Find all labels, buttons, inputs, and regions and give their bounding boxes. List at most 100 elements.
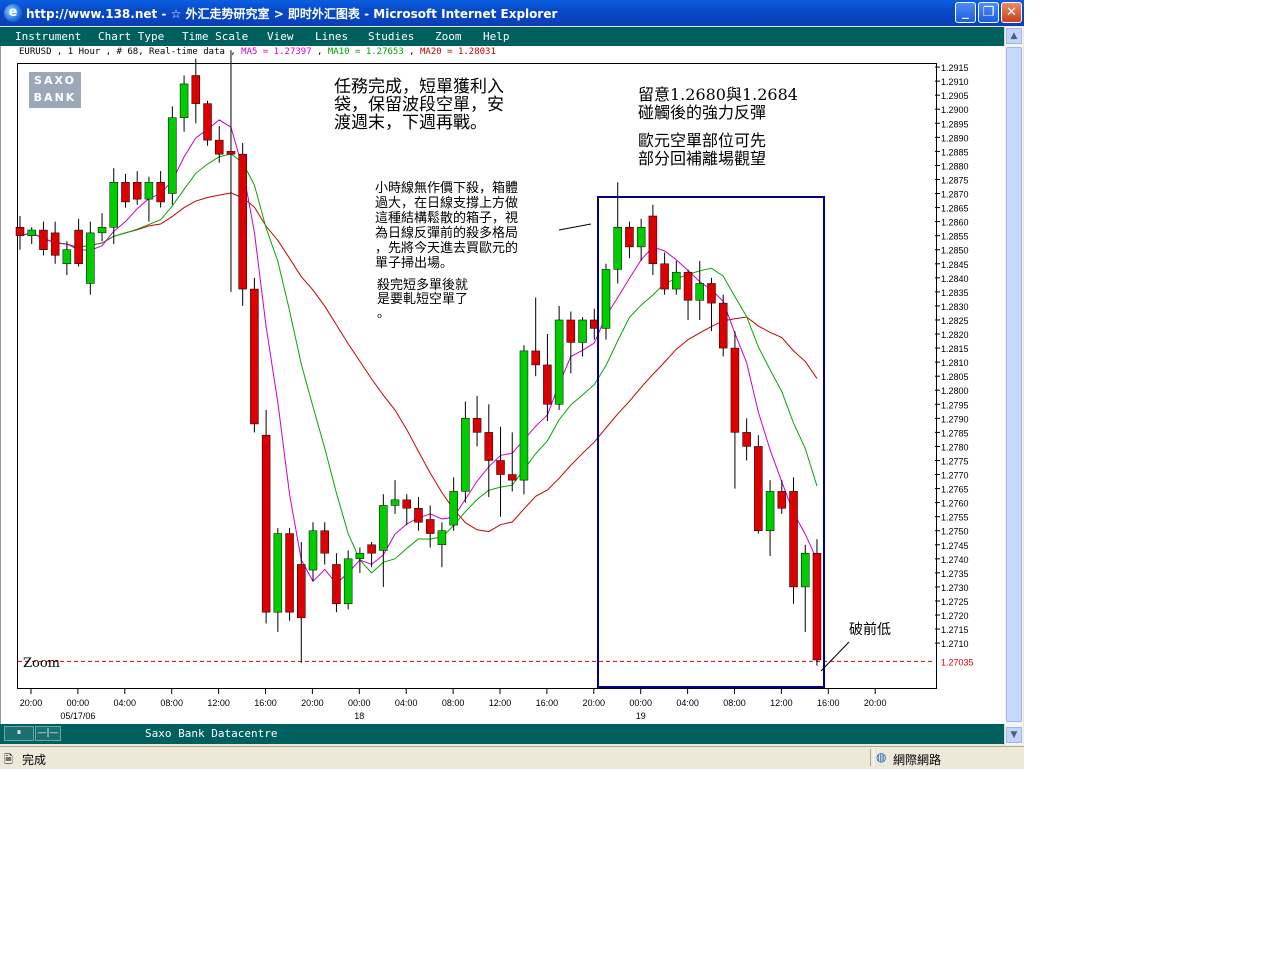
vertical-scrollbar[interactable]: ▲ ▼ [1004, 27, 1023, 745]
candle-up [765, 491, 775, 531]
highlight-box [597, 196, 825, 688]
annotation-mission-complete: 任務完成，短單獲利入 袋，保留波段空單，安 渡週末，下週再戰。 [334, 77, 504, 133]
x-tick-label: 20:00 [583, 698, 606, 708]
y-tick-label: 1.2885 [941, 147, 969, 157]
y-tick-label: 1.2820 [941, 330, 969, 340]
candle-down [472, 418, 482, 433]
menu-view[interactable]: View [267, 30, 294, 43]
menu-lines[interactable]: Lines [315, 30, 348, 43]
close-button[interactable]: ✕ [1001, 2, 1022, 23]
y-tick-label: 1.2770 [941, 471, 969, 481]
x-tick-label: 00:00 [629, 698, 652, 708]
internet-zone-label: 網際網路 [893, 753, 942, 767]
saxo-bank-logo: SAXO BANK [29, 72, 81, 108]
candle-down [121, 182, 130, 203]
status-bar: 🗎 完成 ◍ 網際網路 [0, 746, 1024, 769]
x-tick-label: 04:00 [114, 698, 137, 708]
y-tick-label: 1.2725 [941, 597, 969, 607]
candle-down [531, 350, 540, 366]
globe-icon: ◍ [876, 750, 887, 764]
y-tick-label: 1.2900 [941, 105, 969, 115]
maximize-button[interactable]: ❐ [978, 2, 999, 23]
crosshair-tool-icon[interactable]: —|— [35, 726, 61, 741]
menu-studies[interactable]: Studies [368, 30, 414, 43]
y-tick-label: 1.2880 [941, 161, 969, 171]
candle-down [203, 103, 212, 141]
x-tick-label: 20:00 [301, 698, 324, 708]
y-tick-label: 1.2715 [941, 625, 969, 635]
candle-down [332, 564, 341, 605]
x-tick-label: 16:00 [817, 698, 840, 708]
title-bar: e http://www.138.net - ☆ 外汇走势研究室 > 即时外汇图… [0, 0, 1024, 26]
candle-down [238, 153, 247, 290]
menu-instrument[interactable]: Instrument [15, 30, 81, 43]
play-control-icon[interactable]: ⏸ [4, 726, 34, 741]
page-done-icon: 🗎 [4, 753, 13, 766]
y-tick-label: 1.2815 [941, 344, 969, 354]
candle-up [636, 226, 646, 248]
menu-chart-type[interactable]: Chart Type [98, 30, 164, 43]
scroll-up-arrow-icon[interactable]: ▲ [1006, 28, 1022, 44]
y-tick-label: 1.2745 [941, 541, 969, 551]
candle-up [144, 182, 154, 200]
candle-up [86, 232, 95, 284]
x-tick-label: 12:00 [489, 698, 512, 708]
candle-up [355, 552, 365, 560]
annotation-cover-shorts: 歐元空單部位可先 部分回補離場觀望 [638, 131, 767, 168]
status-separator [870, 749, 874, 766]
candle-up [179, 83, 189, 118]
x-tick-label: 00:00 [67, 698, 90, 708]
candle-up [273, 533, 283, 613]
candle-down [15, 226, 25, 236]
y-tick-label: 1.2795 [941, 400, 969, 410]
y-tick-label: 1.2890 [941, 133, 969, 143]
x-tick-label: 08:00 [723, 698, 746, 708]
y-tick-label: 1.2750 [941, 527, 969, 537]
y-tick-label: 1.2755 [941, 513, 969, 523]
scroll-thumb[interactable] [1006, 47, 1022, 722]
y-tick-label: 1.2800 [941, 386, 969, 396]
y-tick-label: 1.2905 [941, 91, 969, 101]
zoom-label[interactable]: Zoom [23, 656, 60, 671]
candle-down [507, 474, 517, 481]
x-tick-label: 12:00 [207, 698, 230, 708]
y-tick-label: 1.2855 [941, 232, 969, 242]
candle-down [683, 271, 693, 301]
candle-up [578, 319, 587, 343]
candle-down [660, 263, 669, 290]
candle-up [601, 269, 611, 329]
menu-help[interactable]: Help [483, 30, 510, 43]
y-tick-label: 1.2785 [941, 428, 969, 438]
chart-area[interactable]: EURUSD , 1 Hour , # 68, Real-time data ,… [0, 46, 1005, 724]
candle-down [214, 139, 224, 155]
y-tick-label: 1.2875 [941, 175, 969, 185]
y-tick-label: 1.2865 [941, 204, 969, 214]
candle-up [308, 530, 318, 571]
candle-down [367, 544, 376, 554]
annotation-break-prior-low: 破前低 [849, 622, 891, 638]
x-tick-label: 08:00 [160, 698, 183, 708]
candle-up [800, 552, 810, 588]
menu-time-scale[interactable]: Time Scale [182, 30, 248, 43]
y-tick-label: 1.2850 [941, 246, 969, 256]
candle-up [27, 229, 36, 236]
candle-down [707, 283, 716, 304]
y-tick-label: 1.2805 [941, 372, 969, 382]
x-tick-label: 12:00 [770, 698, 793, 708]
x-tick-label: 16:00 [536, 698, 559, 708]
y-tick-label: 1.2840 [941, 274, 969, 284]
x-tick-label: 16:00 [254, 698, 277, 708]
candle-up [519, 350, 529, 481]
scroll-down-arrow-icon[interactable]: ▼ [1006, 727, 1022, 743]
candle-down [250, 288, 259, 425]
candle-up [672, 271, 681, 290]
y-tick-label: 1.2870 [941, 190, 969, 200]
candle-up [168, 117, 177, 194]
ie-logo-icon: e [4, 4, 22, 22]
menu-zoom[interactable]: Zoom [435, 30, 462, 43]
browser-window: e http://www.138.net - ☆ 外汇走势研究室 > 即时外汇图… [0, 0, 1024, 769]
window-title: http://www.138.net - ☆ 外汇走势研究室 > 即时外汇图表 … [26, 7, 558, 21]
bottom-toolbar: ⏸ —|— Saxo Bank Datacentre [0, 724, 1004, 744]
minimize-button[interactable]: _ [955, 2, 976, 23]
x-tick-label: 20:00 [864, 698, 887, 708]
